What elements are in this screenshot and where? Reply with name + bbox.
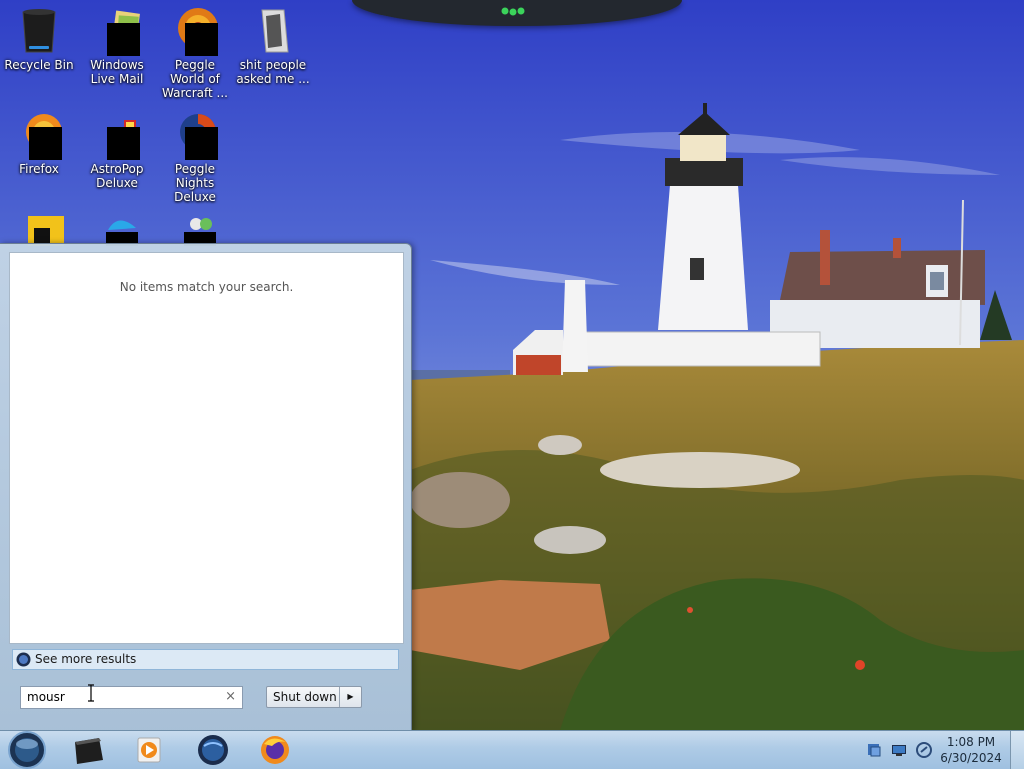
clock-date: 6/30/2024 (940, 751, 1002, 765)
desktop-icon-astropop[interactable]: AstroPop Deluxe (78, 110, 156, 190)
desktop-icon-firefox[interactable]: Firefox (0, 110, 78, 176)
desktop-icon-label: Peggle World of Warcraft ... (162, 58, 228, 100)
shutdown-options-arrow-icon[interactable]: ▶ (339, 687, 361, 707)
shut-down-label: Shut down (273, 690, 337, 704)
action-center-icon[interactable] (866, 742, 882, 758)
firefox-icon[interactable] (252, 732, 298, 768)
no-results-message: No items match your search. (119, 280, 294, 294)
see-more-results-label: See more results (35, 652, 137, 666)
shut-down-button[interactable]: Shut down ▶ (266, 686, 362, 708)
clock-time: 1:08 PM (946, 735, 996, 749)
system-clock[interactable]: 1:08 PM 6/30/2024 (930, 734, 1012, 766)
desktop-icon-label: shit people asked me ... (236, 58, 310, 86)
desktop-icon-peggle-nights[interactable]: Peggle Nights Deluxe (156, 110, 234, 204)
desktop-icon-label: Windows Live Mail (90, 58, 144, 86)
clear-search-icon[interactable]: × (225, 689, 236, 704)
start-menu: No items match your search. See more res… (0, 243, 412, 732)
search-results-pane: No items match your search. (9, 252, 404, 644)
desktop-icon-label: Firefox (19, 162, 59, 176)
dark-box-app-icon[interactable] (66, 732, 112, 768)
see-more-results-button[interactable]: See more results (12, 649, 399, 670)
desktop-icon-peggle-wow[interactable]: Peggle World of Warcraft ... (156, 6, 234, 100)
recycle-bin-icon (22, 9, 56, 53)
folder-icon (261, 9, 289, 53)
network-icon[interactable] (891, 742, 907, 758)
desktop-icon-label: AstroPop Deluxe (90, 162, 144, 190)
text-cursor-icon (88, 684, 94, 702)
desktop-icon-recycle-bin[interactable]: Recycle Bin (0, 6, 78, 72)
search-input-value: mousr (27, 690, 65, 704)
desktop-icon-label: Peggle Nights Deluxe (174, 162, 216, 204)
search-globe-icon (16, 652, 31, 667)
start-search-input[interactable]: mousr × (20, 684, 243, 709)
desktop-icon-folder[interactable]: shit people asked me ... (234, 6, 312, 86)
globe-app-icon[interactable] (190, 732, 236, 768)
desktop-icon-windows-live-mail[interactable]: Windows Live Mail (78, 6, 156, 86)
media-player-icon[interactable] (126, 732, 172, 768)
start-orb-icon[interactable] (6, 729, 48, 769)
show-desktop-button[interactable] (1010, 731, 1024, 769)
gadget-indicator-icon (501, 7, 525, 16)
taskbar: 1:08 PM 6/30/2024 (0, 730, 1024, 769)
desktop-icon-label: Recycle Bin (4, 58, 74, 72)
